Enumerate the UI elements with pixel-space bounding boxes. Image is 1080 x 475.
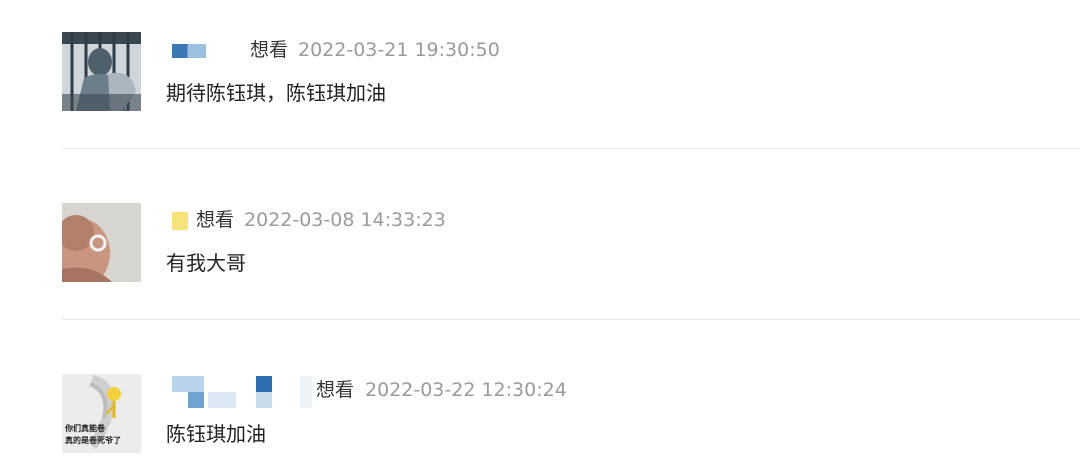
timestamp: 2022-03-08 14:33:23 xyxy=(244,209,446,231)
comment-text: 有我大哥 xyxy=(166,251,246,275)
comment-text: 期待陈钰琪，陈钰琪加油 xyxy=(166,81,386,105)
blurred-username[interactable] xyxy=(172,44,206,58)
comment-header: 想看 2022-03-21 19:30:50 xyxy=(166,36,966,64)
comment-header: 想看 2022-03-08 14:33:23 xyxy=(166,206,966,234)
status-label: 想看 xyxy=(250,39,289,61)
avatar-caption-line2: 真的是卷死爷了 xyxy=(65,436,121,445)
comment-item: 想看 2022-03-08 14:33:23 有我大哥 xyxy=(62,149,1080,319)
avatar[interactable] xyxy=(62,203,141,282)
comment-header: 想看 2022-03-22 12:30:24 xyxy=(166,376,966,408)
comment-text: 陈钰琪加油 xyxy=(166,422,266,446)
avatar[interactable] xyxy=(62,32,141,111)
status-label: 想看 xyxy=(316,379,355,401)
timestamp: 2022-03-21 19:30:50 xyxy=(298,39,500,61)
timestamp: 2022-03-22 12:30:24 xyxy=(365,379,567,401)
comment-item: 想看 2022-03-21 19:30:50 期待陈钰琪，陈钰琪加油 xyxy=(62,0,1080,148)
comment-item: 你们真能卷 真的是卷死爷了 想看 2022-03-22 12:30:24 陈钰琪… xyxy=(62,320,1080,475)
status-label: 想看 xyxy=(196,209,235,231)
blurred-username[interactable] xyxy=(172,376,318,408)
avatar-caption-line1: 你们真能卷 xyxy=(65,424,105,433)
avatar[interactable]: 你们真能卷 真的是卷死爷了 xyxy=(62,374,141,453)
avatar-caption: 你们真能卷 真的是卷死爷了 xyxy=(65,423,121,447)
blurred-username[interactable] xyxy=(172,212,188,230)
